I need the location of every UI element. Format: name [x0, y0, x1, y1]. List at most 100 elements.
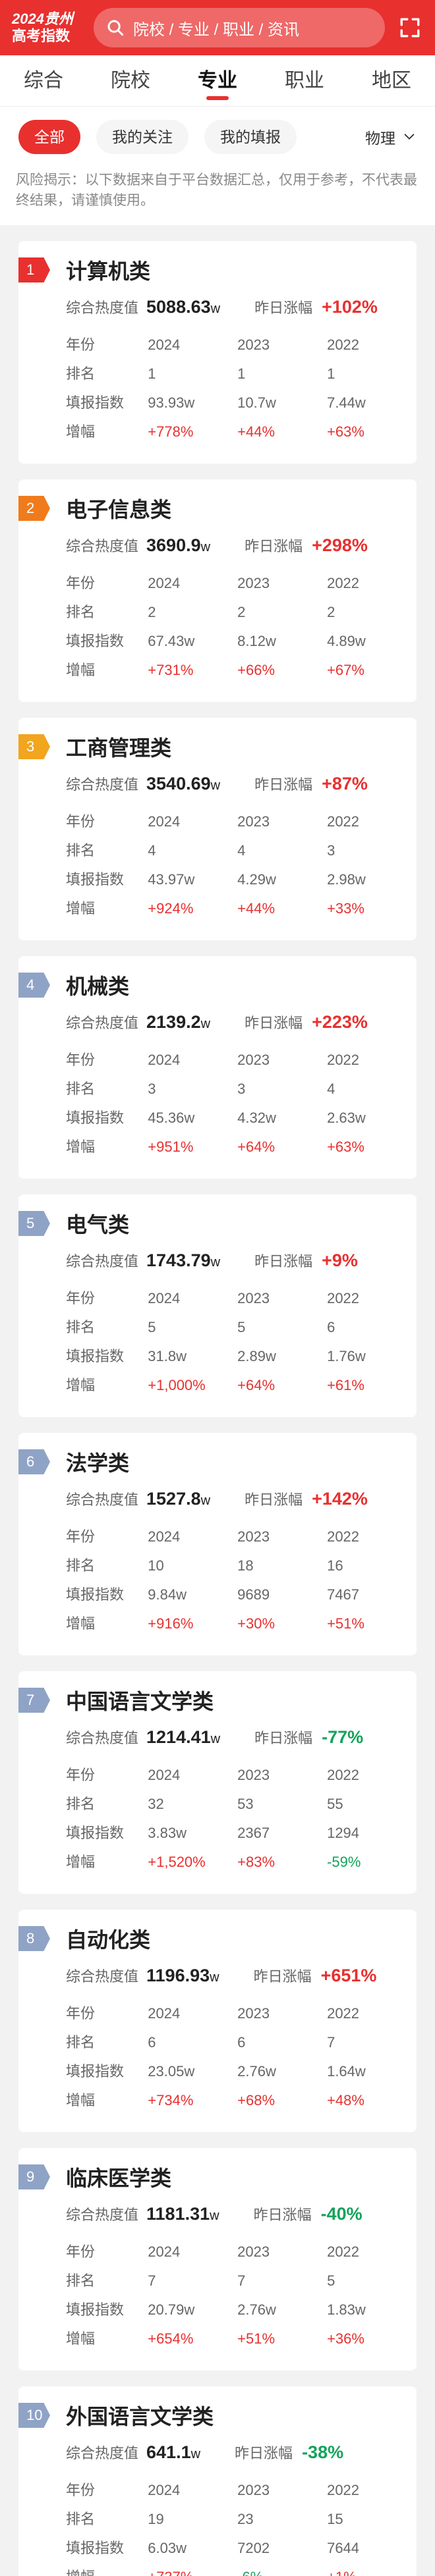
search-placeholder: 院校 / 专业 / 职业 / 资讯: [133, 20, 300, 39]
rank-row: 排名 32 53 55: [18, 1790, 417, 1819]
tab-3[interactable]: 职业: [285, 55, 324, 107]
index-row-value: 2.89w: [237, 1348, 276, 1364]
hot-value: 1214.41w: [146, 1727, 220, 1748]
app-logo[interactable]: 2024贵州 高考指数: [12, 11, 78, 45]
growth-row-value: +1,000%: [148, 1377, 206, 1393]
tab-1[interactable]: 院校: [111, 55, 150, 107]
year-row-value: 2023: [237, 813, 270, 830]
index-row-value: 4.89w: [327, 633, 366, 649]
growth-row-value: +33%: [327, 900, 364, 917]
hot-label: 综合热度值: [66, 1968, 139, 1985]
hot-number: 1214.41: [146, 1727, 211, 1747]
filter-chip-0[interactable]: 全部: [18, 120, 80, 154]
filter-chip-1[interactable]: 我的关注: [96, 120, 188, 154]
growth-row-value: +68%: [237, 2092, 276, 2108]
hot-number: 1527.8: [146, 1489, 201, 1509]
major-card[interactable]: 3 工商管理类 综合热度值 3540.69w 昨日涨幅 +87% 年份 2024 2023 202…: [18, 718, 417, 940]
hot-label: 综合热度值: [66, 1015, 139, 1031]
hot-unit: w: [200, 540, 211, 554]
index-row-value: 2.76w: [237, 2301, 276, 2318]
daily-change-label: 昨日涨幅: [253, 1968, 312, 1985]
major-card[interactable]: 9 临床医学类 综合热度值 1181.31w 昨日涨幅 -40% 年份 2024 2023 202…: [18, 2148, 417, 2371]
hot-unit: w: [210, 1970, 219, 1985]
filter-chip-2[interactable]: 我的填报: [204, 120, 297, 154]
rank-row-value: 1: [237, 365, 246, 382]
year-row-value: 2024: [148, 1290, 181, 1306]
year-row: 年份 2024 2023 2022: [18, 569, 417, 598]
year-row: 年份 2024 2023 2022: [18, 1284, 417, 1313]
daily-change-label: 昨日涨幅: [245, 1491, 303, 1508]
year-row-value: 2023: [237, 336, 270, 353]
index-row-value: 1.64w: [327, 2063, 366, 2080]
index-row-label: 填报指数: [66, 1586, 125, 1603]
hot-value: 2139.2w: [146, 1012, 210, 1033]
major-card[interactable]: 7 中国语言文学类 综合热度值 1214.41w 昨日涨幅 -77% 年份 2024 2023 2…: [18, 1671, 417, 1894]
major-card[interactable]: 10 外国语言文学类 综合热度值 641.1w 昨日涨幅 -38% 年份 2024 2023 20…: [18, 2386, 417, 2576]
tab-4[interactable]: 地区: [372, 55, 411, 107]
major-card[interactable]: 2 电子信息类 综合热度值 3690.9w 昨日涨幅 +298% 年份 2024 2023 202…: [18, 479, 417, 702]
year-row-label: 年份: [66, 575, 96, 591]
year-row-label: 年份: [66, 1528, 96, 1545]
daily-change-label: 昨日涨幅: [235, 2445, 293, 2461]
filter-bar: 全部 我的关注 我的填报 物理: [0, 107, 435, 167]
daily-change-value: +142%: [312, 1489, 368, 1509]
category-tabs: 综合 院校 专业 职业 地区: [0, 55, 435, 107]
index-row-label: 填报指数: [66, 871, 125, 888]
index-row-value: 7467: [327, 1586, 360, 1603]
rank-badge: 2: [18, 496, 50, 521]
growth-row-value: +51%: [237, 2330, 276, 2347]
year-row-value: 2022: [327, 2482, 360, 2498]
hot-value: 1743.79w: [146, 1250, 220, 1271]
hot-row: 综合热度值 3690.9w 昨日涨幅 +298%: [18, 535, 417, 566]
daily-change-value: +223%: [312, 1012, 368, 1032]
year-row-label: 年份: [66, 1767, 96, 1783]
index-row-label: 填报指数: [66, 633, 125, 649]
rank-row: 排名 3 3 4: [18, 1075, 417, 1104]
growth-row-value: +731%: [148, 662, 194, 678]
major-card[interactable]: 1 计算机类 综合热度值 5088.63w 昨日涨幅 +102% 年份 2024 2023 202…: [18, 241, 417, 464]
hot-unit: w: [210, 778, 221, 793]
subject-select[interactable]: 物理: [365, 126, 417, 148]
rank-row-value: 7: [327, 2034, 335, 2051]
growth-row-label: 增幅: [66, 1139, 96, 1155]
year-row: 年份 2024 2023 2022: [18, 331, 417, 360]
growth-row-value: +924%: [148, 900, 194, 917]
index-row: 填报指数 9.84w 9689 7467: [18, 1580, 417, 1609]
growth-row: 增幅 +1,000% +64% +61%: [18, 1371, 417, 1400]
year-row: 年份 2024 2023 2022: [18, 2238, 417, 2267]
major-card[interactable]: 4 机械类 综合热度值 2139.2w 昨日涨幅 +223% 年份 2024 2023 2022 排…: [18, 956, 417, 1179]
growth-row-label: 增幅: [66, 2330, 96, 2347]
rank-badge: 1: [18, 257, 50, 282]
index-row-value: 1294: [327, 1825, 360, 1841]
fullscreen-button[interactable]: [397, 14, 423, 41]
major-card[interactable]: 5 电气类 综合热度值 1743.79w 昨日涨幅 +9% 年份 2024 2023 2022 排名…: [18, 1194, 417, 1417]
rank-row-value: 7: [237, 2272, 246, 2289]
growth-row-value: +1,520%: [148, 1854, 206, 1870]
search-bar[interactable]: 院校 / 专业 / 职业 / 资讯: [94, 8, 385, 47]
hot-number: 2139.2: [146, 1012, 201, 1032]
growth-row-value: +63%: [327, 423, 364, 440]
rank-row-value: 32: [148, 1796, 164, 1812]
year-row-label: 年份: [66, 2243, 96, 2260]
rank-row-label: 排名: [66, 1319, 96, 1335]
index-row-value: 20.79w: [148, 2301, 195, 2318]
growth-row-value: +83%: [237, 1854, 276, 1870]
index-row: 填报指数 31.8w 2.89w 1.76w: [18, 1342, 417, 1371]
index-row-value: 3.83w: [148, 1825, 187, 1841]
tab-2[interactable]: 专业: [198, 55, 237, 107]
tab-0[interactable]: 综合: [24, 55, 63, 107]
year-row: 年份 2024 2023 2022: [18, 1046, 417, 1075]
growth-row: 增幅 +1,520% +83% -59%: [18, 1848, 417, 1877]
major-card[interactable]: 8 自动化类 综合热度值 1196.93w 昨日涨幅 +651% 年份 2024 2023 202…: [18, 1910, 417, 2132]
major-ranking-list: 1 计算机类 综合热度值 5088.63w 昨日涨幅 +102% 年份 2024 2023 202…: [0, 225, 435, 2576]
rank-row-value: 6: [237, 2034, 246, 2051]
year-row-value: 2024: [148, 2005, 181, 2022]
major-card[interactable]: 6 法学类 综合热度值 1527.8w 昨日涨幅 +142% 年份 2024 2023 2022 排…: [18, 1433, 417, 1655]
hot-number: 3540.69: [146, 774, 211, 793]
growth-row-value: +654%: [148, 2330, 194, 2347]
index-row-value: 8.12w: [237, 633, 276, 649]
hot-number: 5088.63: [146, 297, 211, 317]
year-row-value: 2024: [148, 1052, 181, 1068]
hot-unit: w: [210, 1255, 221, 1270]
major-title: 法学类: [66, 1451, 130, 1475]
